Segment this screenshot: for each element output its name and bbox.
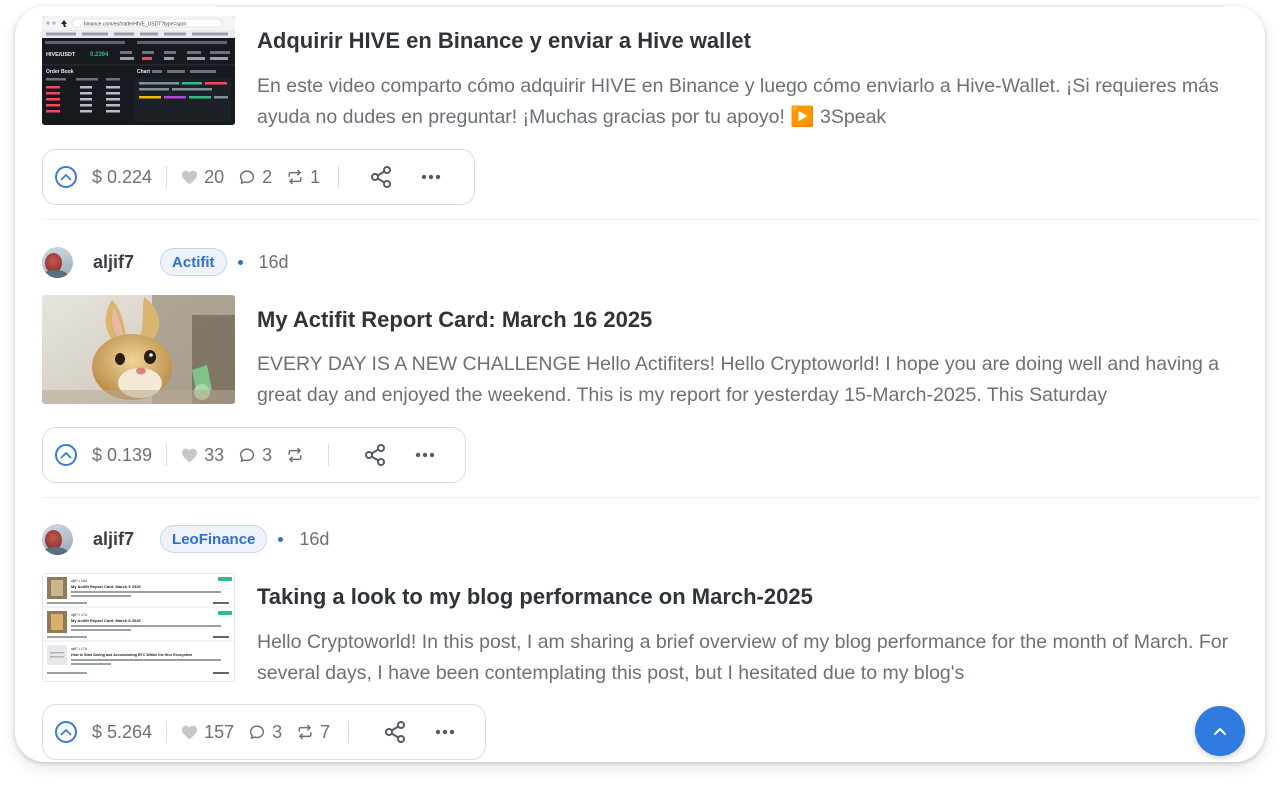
post-thumbnail-binance[interactable]: binance.com/es/trade/HIVE_USDT?type=spot… bbox=[42, 16, 235, 125]
votes-count[interactable]: 20 bbox=[181, 167, 224, 188]
post-age: 16d bbox=[299, 528, 330, 549]
svg-text:aljif7 • 16d: aljif7 • 16d bbox=[71, 579, 87, 583]
post-thumbnail-bunny[interactable] bbox=[42, 295, 235, 404]
comments-count-text: 3 bbox=[272, 721, 283, 742]
more-icon bbox=[435, 729, 455, 735]
reblogs-count[interactable]: 7 bbox=[296, 722, 330, 743]
svg-text:aljif7 • 17d: aljif7 • 17d bbox=[71, 647, 87, 651]
separator bbox=[328, 444, 330, 466]
chevron-up-circle-icon bbox=[60, 452, 72, 459]
scroll-to-top-button[interactable] bbox=[1195, 706, 1245, 756]
upvote-button[interactable] bbox=[55, 444, 77, 466]
author-name[interactable]: aljif7 bbox=[93, 529, 134, 550]
payout-value[interactable]: $ 0.139 bbox=[92, 445, 152, 466]
comments-count-text: 2 bbox=[262, 166, 273, 187]
post-actions-bar: $ 0.139 33 3 bbox=[42, 427, 466, 483]
avatar[interactable] bbox=[42, 523, 73, 555]
thumb-row-title-2: My Actifit Report Card: March 8 2025 bbox=[71, 618, 141, 623]
separator bbox=[166, 721, 168, 743]
comment-icon bbox=[250, 724, 265, 739]
post-thumbnail-blog-list[interactable]: aljif7 • 16d My Actifit Report Card: Mar… bbox=[42, 573, 235, 682]
chevron-up-circle-icon bbox=[60, 729, 72, 736]
meta-dot bbox=[278, 536, 284, 542]
post-actions-bar: $ 0.224 20 2 1 bbox=[42, 149, 475, 205]
post-excerpt[interactable]: EVERY DAY IS A NEW CHALLENGE Hello Actif… bbox=[257, 349, 1257, 411]
svg-text:aljif7 • 17d: aljif7 • 17d bbox=[71, 613, 87, 617]
meta-dot bbox=[237, 259, 243, 265]
top-divider bbox=[215, 6, 1225, 7]
community-tag[interactable]: LeoFinance bbox=[160, 525, 268, 553]
chevron-up-circle-icon bbox=[60, 174, 72, 181]
thumb-pair: HIVE/USDT bbox=[46, 52, 76, 58]
share-button[interactable] bbox=[383, 720, 407, 744]
post-divider bbox=[42, 219, 1260, 220]
post-divider bbox=[42, 497, 1260, 498]
post-excerpt[interactable]: En este video comparto cómo adquirir HIV… bbox=[257, 71, 1257, 133]
heart-icon bbox=[182, 725, 198, 739]
chevron-up-icon bbox=[1214, 727, 1226, 735]
reblogs-count-text: 7 bbox=[320, 721, 331, 742]
thumb-url: binance.com/es/trade/HIVE_USDT?type=spot bbox=[84, 22, 186, 28]
reblog-icon bbox=[298, 724, 312, 740]
votes-count[interactable]: 157 bbox=[181, 722, 234, 743]
comments-count-text: 3 bbox=[262, 444, 273, 465]
post-age: 16d bbox=[258, 251, 289, 272]
avatar[interactable] bbox=[42, 246, 73, 278]
comments-count[interactable]: 2 bbox=[238, 167, 272, 188]
author-name[interactable]: aljif7 bbox=[93, 252, 134, 273]
share-icon bbox=[365, 444, 386, 466]
reblog-icon bbox=[288, 169, 302, 185]
reblog-icon bbox=[288, 447, 302, 463]
more-icon bbox=[421, 174, 441, 180]
post-meta: aljif7 Actifit 16d bbox=[42, 246, 289, 278]
share-icon bbox=[371, 166, 392, 188]
separator bbox=[166, 444, 168, 466]
post-meta: aljif7 LeoFinance 16d bbox=[42, 523, 329, 555]
post-actions-bar: $ 5.264 157 3 7 bbox=[42, 704, 486, 760]
upvote-button[interactable] bbox=[55, 721, 77, 743]
reblogs-count[interactable]: 1 bbox=[286, 167, 320, 188]
upvote-button[interactable] bbox=[55, 166, 77, 188]
separator bbox=[348, 721, 350, 743]
votes-count-text: 33 bbox=[204, 444, 225, 465]
thumb-row-title-1: My Actifit Report Card: March 9 2025 bbox=[71, 584, 141, 589]
comments-count[interactable]: 3 bbox=[248, 722, 282, 743]
more-button[interactable] bbox=[435, 729, 455, 735]
more-button[interactable] bbox=[415, 452, 435, 458]
comment-icon bbox=[240, 169, 255, 184]
reblogs-count-text: 1 bbox=[310, 166, 321, 187]
comment-icon bbox=[240, 447, 255, 462]
votes-count-text: 20 bbox=[204, 166, 225, 187]
heart-icon bbox=[182, 170, 198, 184]
post-title[interactable]: My Actifit Report Card: March 16 2025 bbox=[257, 307, 652, 333]
thumb-chart: Chart bbox=[137, 69, 150, 75]
post-excerpt[interactable]: Hello Cryptoworld! In this post, I am sh… bbox=[257, 627, 1257, 689]
payout-value[interactable]: $ 0.224 bbox=[92, 167, 152, 188]
votes-count-text: 157 bbox=[204, 721, 235, 742]
share-button[interactable] bbox=[363, 443, 387, 467]
separator bbox=[166, 166, 168, 188]
feed-card: binance.com/es/trade/HIVE_USDT?type=spot… bbox=[15, 6, 1265, 762]
thumb-row-title-3: How to Start Saving and Accumulating BTC… bbox=[71, 653, 192, 657]
votes-count[interactable]: 33 bbox=[181, 445, 224, 466]
thumb-price: 0.2394 bbox=[90, 52, 109, 58]
post-title[interactable]: Taking a look to my blog performance on … bbox=[257, 584, 813, 610]
payout-value[interactable]: $ 5.264 bbox=[92, 722, 152, 743]
share-icon bbox=[385, 721, 406, 743]
separator bbox=[338, 166, 340, 188]
share-button[interactable] bbox=[369, 165, 393, 189]
reblogs-count[interactable] bbox=[286, 447, 310, 463]
more-icon bbox=[415, 452, 435, 458]
thumb-orderbook: Order Book bbox=[46, 69, 74, 75]
heart-icon bbox=[182, 448, 198, 462]
more-button[interactable] bbox=[421, 174, 441, 180]
comments-count[interactable]: 3 bbox=[238, 445, 272, 466]
community-tag[interactable]: Actifit bbox=[160, 248, 227, 276]
post-title[interactable]: Adquirir HIVE en Binance y enviar a Hive… bbox=[257, 28, 751, 54]
